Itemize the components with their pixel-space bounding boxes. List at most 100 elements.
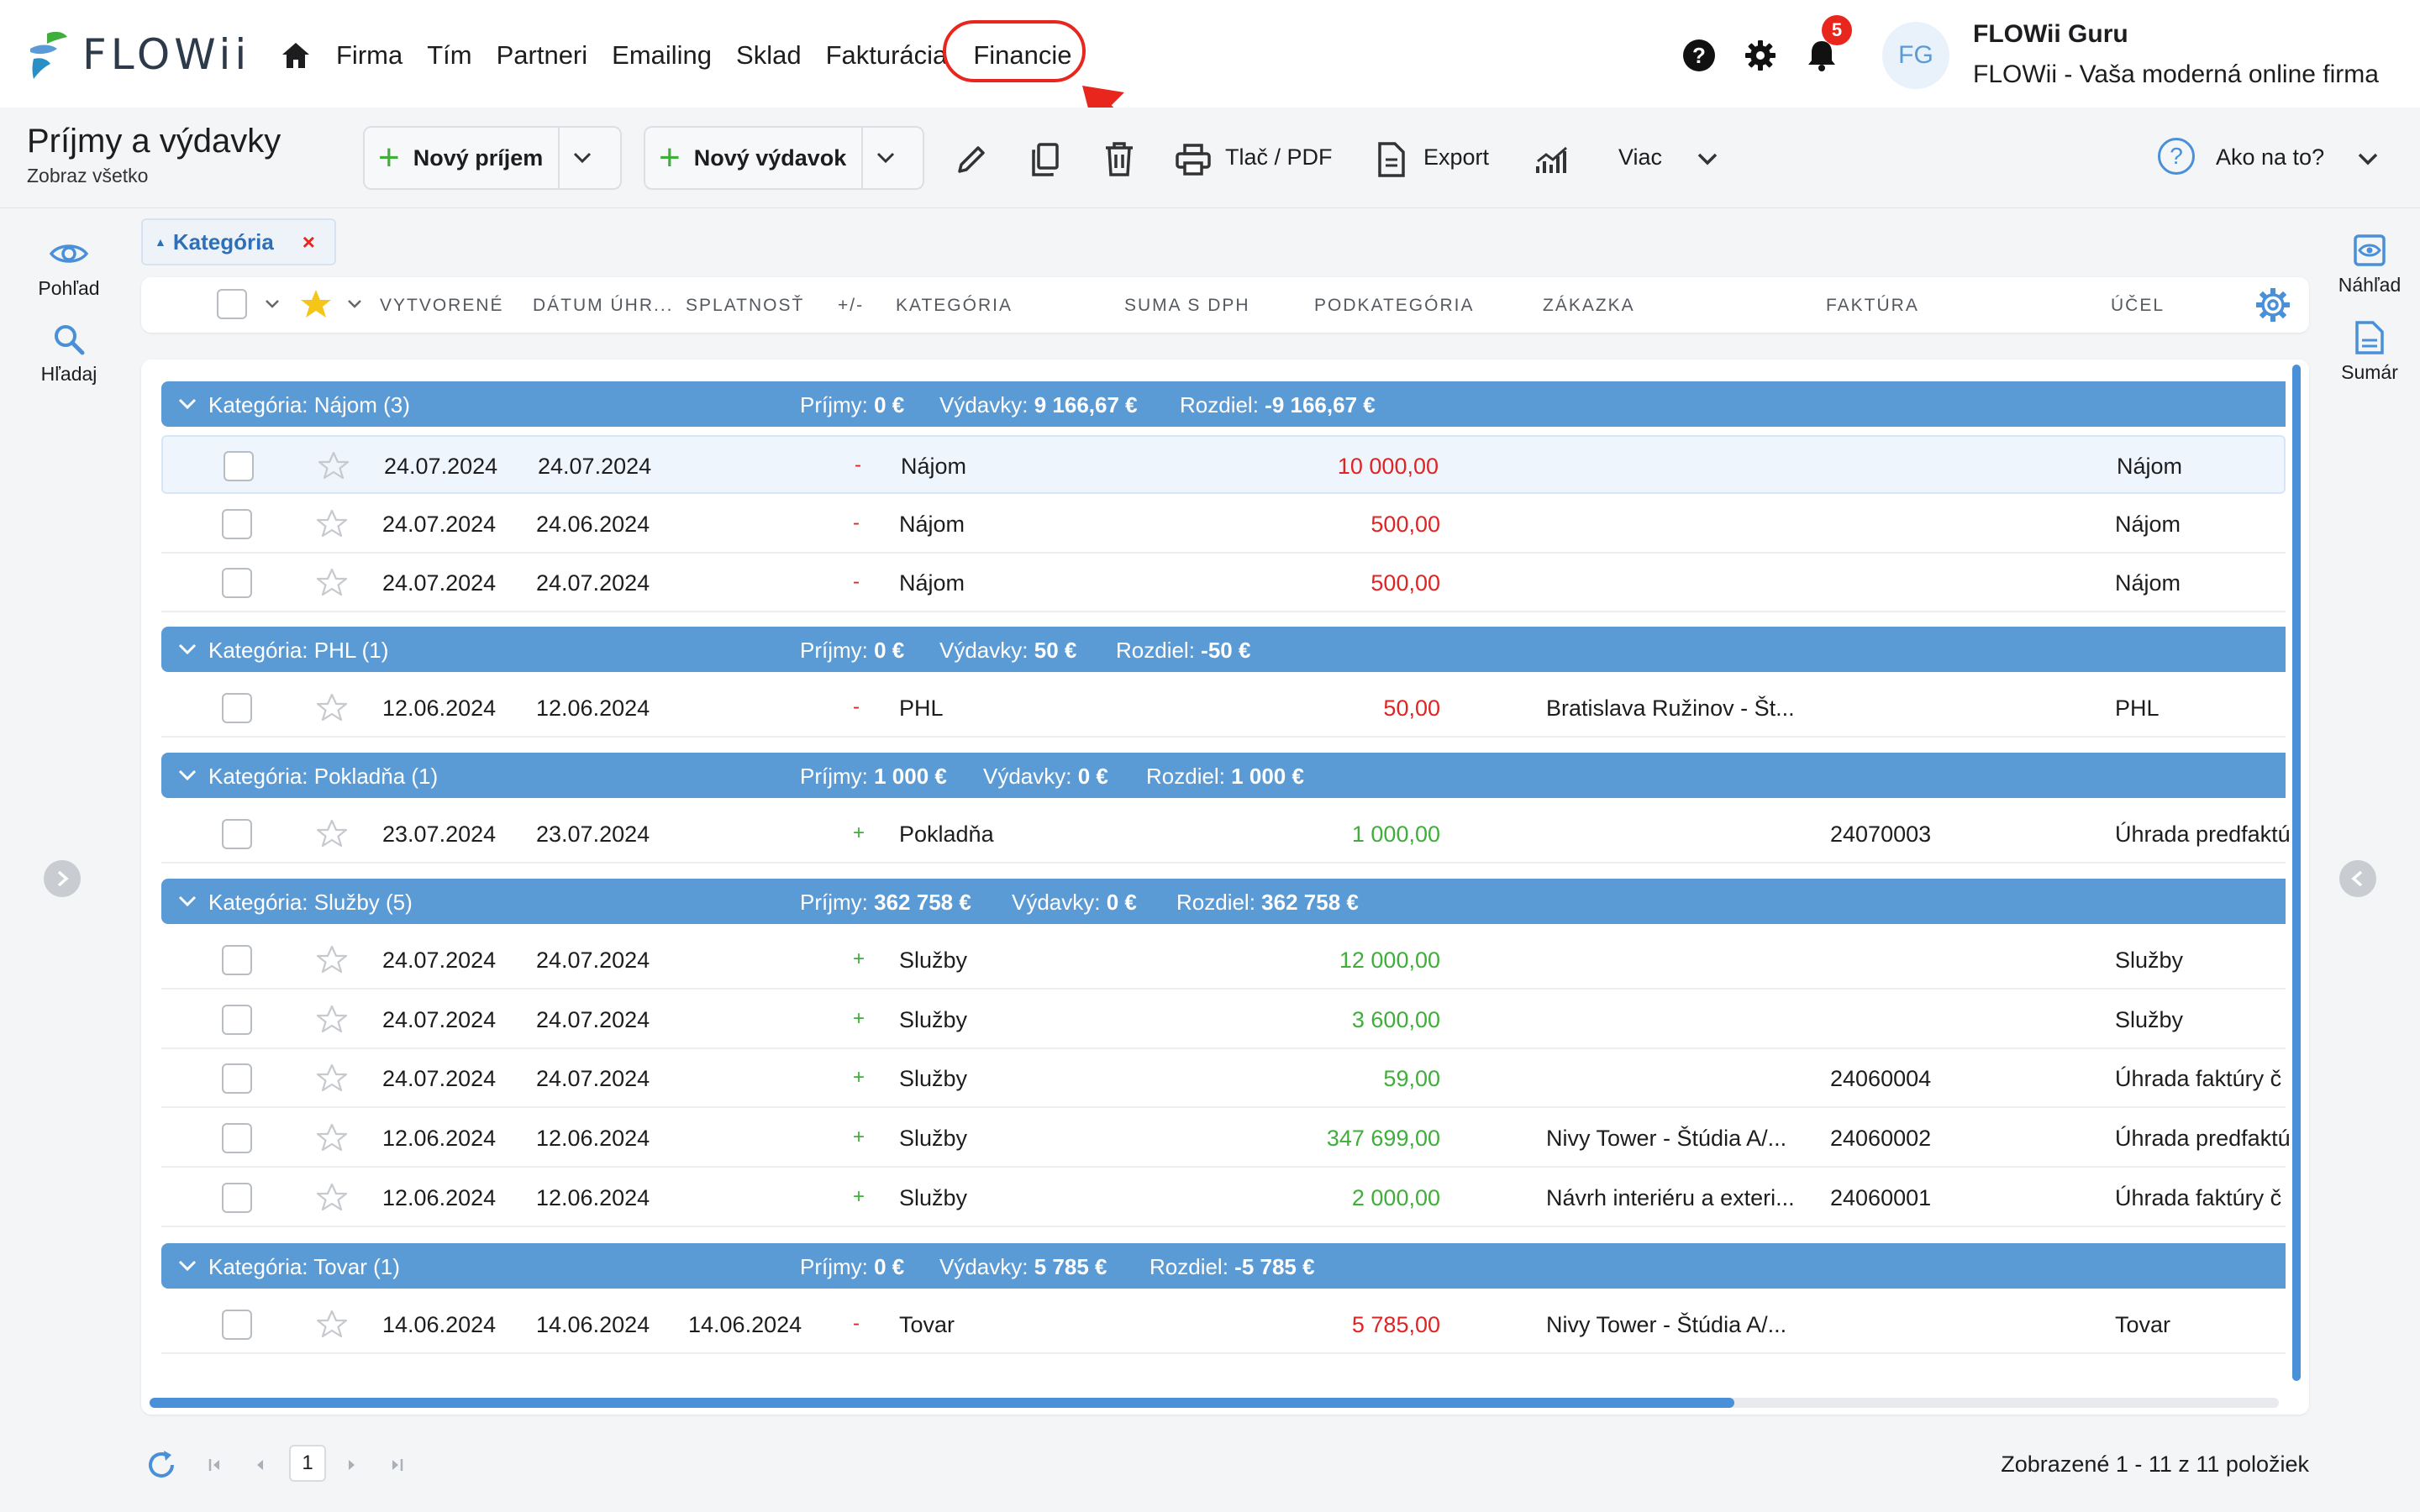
printer-icon[interactable] bbox=[1175, 141, 1212, 178]
row-checkbox[interactable] bbox=[222, 1123, 252, 1154]
page-subtitle[interactable]: Zobraz všetko bbox=[27, 165, 148, 187]
new-expense-button[interactable]: + Nový výdavok bbox=[645, 128, 864, 188]
group-header[interactable]: Kategória: PHL (1) Príjmy: 0 € Výdavky: 50… bbox=[161, 627, 2286, 672]
copy-icon[interactable] bbox=[1027, 141, 1064, 178]
group-header[interactable]: Kategória: Nájom (3) Príjmy: 0 € Výdavky: … bbox=[161, 381, 2286, 427]
column-purpose[interactable]: ÚČEL bbox=[2111, 296, 2165, 316]
chevron-down-icon[interactable] bbox=[176, 764, 198, 786]
nav-fakturacia[interactable]: Fakturácia bbox=[826, 40, 948, 71]
edit-pencil-icon[interactable] bbox=[953, 141, 990, 178]
star-outline-icon[interactable] bbox=[316, 818, 348, 850]
new-expense-dropdown-button[interactable] bbox=[863, 128, 908, 188]
previous-page-icon[interactable] bbox=[244, 1448, 277, 1482]
row-checkbox[interactable] bbox=[222, 693, 252, 723]
summary-button[interactable]: Sumár bbox=[2301, 321, 2420, 384]
row-checkbox[interactable] bbox=[222, 1063, 252, 1095]
how-to-button[interactable]: Ako na to? bbox=[2216, 144, 2324, 171]
refresh-icon[interactable] bbox=[145, 1448, 178, 1482]
row-checkbox[interactable] bbox=[222, 568, 252, 599]
row-checkbox[interactable] bbox=[222, 945, 252, 975]
nav-sklad[interactable]: Sklad bbox=[736, 40, 802, 71]
table-row[interactable]: 24.07.2024 24.07.2024 + Služby 3 600,00 Služb… bbox=[161, 990, 2286, 1049]
remove-filter-icon[interactable]: × bbox=[302, 229, 315, 255]
nav-firma[interactable]: Firma bbox=[336, 40, 402, 71]
row-checkbox[interactable] bbox=[222, 508, 252, 539]
star-filled-icon[interactable] bbox=[299, 287, 333, 321]
export-button[interactable]: Export bbox=[1423, 144, 1489, 171]
group-header[interactable]: Kategória: Služby (5) Príjmy: 362 758 € Vý… bbox=[161, 879, 2286, 924]
nav-tim[interactable]: Tím bbox=[427, 40, 471, 71]
column-invoice[interactable]: FAKTÚRA bbox=[1826, 296, 1919, 316]
chart-stats-icon[interactable] bbox=[1534, 141, 1571, 178]
print-pdf-button[interactable]: Tlač / PDF bbox=[1225, 144, 1333, 171]
row-checkbox[interactable] bbox=[222, 1310, 252, 1340]
table-row[interactable]: 12.06.2024 12.06.2024 + Služby 347 699,00 Niv… bbox=[161, 1109, 2291, 1168]
star-outline-icon[interactable] bbox=[316, 692, 348, 724]
star-outline-icon[interactable] bbox=[316, 1004, 348, 1036]
vertical-scrollbar[interactable] bbox=[2292, 365, 2301, 1381]
settings-gear-icon[interactable] bbox=[1744, 39, 1777, 72]
star-outline-icon[interactable] bbox=[316, 1122, 348, 1154]
column-due-date[interactable]: SPLATNOSŤ bbox=[686, 296, 804, 316]
table-row[interactable]: 23.07.2024 23.07.2024 + Pokladňa 1 000,00 240… bbox=[161, 805, 2291, 864]
star-outline-icon[interactable] bbox=[316, 1063, 348, 1095]
help-icon[interactable]: ? bbox=[1682, 39, 1716, 72]
expand-right-panel-arrow[interactable] bbox=[2339, 860, 2376, 897]
table-row[interactable]: 24.07.2024 24.07.2024 - Nájom 500,00 Nájom bbox=[161, 554, 2286, 613]
flowii-logo[interactable]: FLOWii bbox=[25, 25, 250, 84]
chevron-down-icon[interactable] bbox=[2349, 141, 2386, 178]
group-header[interactable]: Kategória: Pokladňa (1) Príjmy: 1 000 € Vý… bbox=[161, 753, 2286, 798]
chevron-down-icon[interactable] bbox=[345, 294, 365, 314]
star-outline-icon[interactable] bbox=[316, 1182, 348, 1214]
column-plus-minus[interactable]: +/- bbox=[838, 296, 864, 316]
preview-button[interactable]: Náhľad bbox=[2301, 234, 2420, 297]
horizontal-scrollbar-thumb[interactable] bbox=[150, 1398, 1734, 1408]
select-all-checkbox[interactable] bbox=[217, 289, 247, 319]
column-created[interactable]: VYTVORENÉ bbox=[380, 296, 504, 316]
row-checkbox[interactable] bbox=[224, 451, 254, 481]
star-outline-icon[interactable] bbox=[316, 1309, 348, 1341]
row-checkbox[interactable] bbox=[222, 1004, 252, 1035]
home-icon[interactable] bbox=[277, 37, 314, 74]
view-button[interactable]: Pohľad bbox=[0, 237, 138, 300]
export-document-icon[interactable] bbox=[1373, 141, 1410, 178]
chevron-down-icon[interactable] bbox=[262, 294, 282, 314]
table-row[interactable]: 24.07.2024 24.07.2024 - Nájom 10 000,00 Nájom bbox=[161, 435, 2286, 494]
group-header[interactable]: Kategória: Tovar (1) Príjmy: 0 € Výdavky: … bbox=[161, 1243, 2286, 1289]
chevron-down-icon[interactable] bbox=[176, 1255, 198, 1277]
grouping-filter-chip[interactable]: ▲ Kategória × bbox=[141, 218, 336, 265]
row-checkbox[interactable] bbox=[222, 1182, 252, 1213]
star-outline-icon[interactable] bbox=[316, 944, 348, 976]
more-button[interactable]: Viac bbox=[1618, 144, 1662, 171]
table-row[interactable]: 24.07.2024 24.07.2024 + Služby 12 000,00 Služ… bbox=[161, 931, 2286, 990]
column-payment-date[interactable]: DÁTUM ÚHR... bbox=[533, 296, 674, 316]
search-button[interactable]: Hľadaj bbox=[0, 323, 138, 386]
star-outline-icon[interactable] bbox=[316, 567, 348, 599]
chevron-down-icon[interactable] bbox=[176, 890, 198, 912]
help-question-icon[interactable]: ? bbox=[2158, 138, 2195, 175]
table-row[interactable]: 12.06.2024 12.06.2024 - PHL 50,00 Bratislava … bbox=[161, 679, 2286, 738]
column-settings-gear-icon[interactable] bbox=[2255, 287, 2291, 323]
table-row[interactable]: 24.07.2024 24.06.2024 - Nájom 500,00 Nájom bbox=[161, 494, 2286, 554]
table-row[interactable]: 24.07.2024 24.07.2024 + Služby 59,00 24060004… bbox=[161, 1049, 2286, 1109]
chevron-down-icon[interactable] bbox=[1689, 141, 1726, 178]
user-name[interactable]: FLOWii Guru bbox=[1973, 20, 2128, 49]
nav-emailing[interactable]: Emailing bbox=[612, 40, 712, 71]
column-category[interactable]: KATEGÓRIA bbox=[896, 296, 1013, 316]
column-amount-with-vat[interactable]: SUMA S DPH bbox=[1124, 296, 1250, 316]
new-income-button[interactable]: + Nový príjem bbox=[365, 128, 560, 188]
star-outline-icon[interactable] bbox=[318, 450, 350, 482]
delete-trash-icon[interactable] bbox=[1101, 141, 1138, 178]
star-outline-icon[interactable] bbox=[316, 508, 348, 540]
user-avatar[interactable]: FG bbox=[1882, 22, 1949, 89]
nav-partneri[interactable]: Partneri bbox=[497, 40, 588, 71]
next-page-icon[interactable] bbox=[334, 1448, 368, 1482]
new-income-dropdown-button[interactable] bbox=[560, 128, 605, 188]
column-order[interactable]: ZÁKAZKA bbox=[1543, 296, 1635, 316]
last-page-icon[interactable] bbox=[380, 1448, 413, 1482]
table-row[interactable]: 14.06.2024 14.06.2024 14.06.2024 - Tovar 5 78… bbox=[161, 1295, 2286, 1354]
table-row[interactable]: 12.06.2024 12.06.2024 + Služby 2 000,00 Návrh… bbox=[161, 1168, 2286, 1227]
first-page-icon[interactable] bbox=[198, 1448, 232, 1482]
row-checkbox[interactable] bbox=[222, 819, 252, 849]
chevron-down-icon[interactable] bbox=[176, 393, 198, 415]
